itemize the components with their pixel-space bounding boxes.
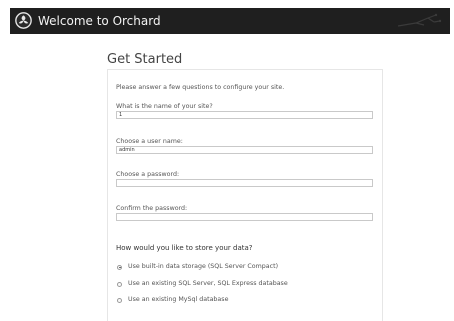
form-intro-text: Please answer a few questions to configu… <box>116 84 285 91</box>
orchard-logo-icon <box>15 12 32 29</box>
storage-option-label: Use an existing MySql database <box>128 296 229 303</box>
radio-button[interactable] <box>117 297 122 303</box>
user-name-label: Choose a user name: <box>116 138 183 145</box>
site-name-input[interactable] <box>116 111 373 119</box>
header-title: Welcome to Orchard <box>38 14 161 28</box>
storage-option-label: Use built-in data storage (SQL Server Co… <box>128 263 279 270</box>
user-name-input[interactable] <box>116 146 373 154</box>
confirm-password-label: Confirm the password: <box>116 205 188 212</box>
confirm-password-input[interactable] <box>116 213 373 221</box>
storage-option-label: Use an existing SQL Server, SQL Express … <box>128 280 288 287</box>
radio-button[interactable] <box>117 281 122 287</box>
radio-button[interactable] <box>117 264 122 270</box>
storage-option-builtin[interactable]: Use built-in data storage (SQL Server Co… <box>117 262 278 272</box>
password-input[interactable] <box>116 179 373 187</box>
site-header: Welcome to Orchard <box>10 8 450 34</box>
storage-option-mysql[interactable]: Use an existing MySql database <box>117 295 228 305</box>
password-label: Choose a password: <box>116 171 180 178</box>
storage-heading: How would you like to store your data? <box>116 244 253 252</box>
page-title: Get Started <box>107 52 183 67</box>
branch-ornament-icon <box>397 13 442 27</box>
storage-option-sql-server[interactable]: Use an existing SQL Server, SQL Express … <box>117 279 288 289</box>
site-name-label: What is the name of your site? <box>116 103 213 110</box>
